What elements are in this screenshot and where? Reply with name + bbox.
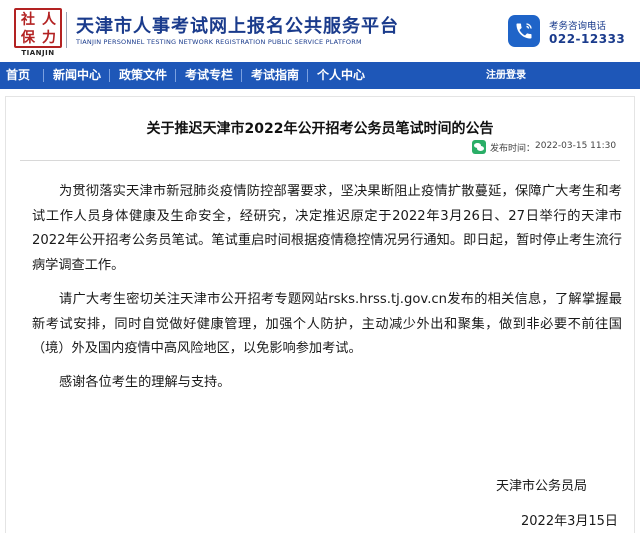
logo-seal: 社 人 保 力 xyxy=(14,8,62,48)
phone-icon xyxy=(508,15,540,47)
nav-item-personal-center[interactable]: 个人中心 xyxy=(317,62,365,89)
nav-item-news[interactable]: 新闻中心 xyxy=(53,62,101,89)
nav-item-home[interactable]: 首页 xyxy=(6,62,30,89)
site-logo[interactable]: 社 人 保 力 TIANJIN xyxy=(14,8,62,57)
signature-organization: 天津市公务员局 xyxy=(496,479,588,494)
main-nav: 首页 新闻中心 政策文件 考试专栏 考试指南 个人中心 注册登录 xyxy=(0,62,640,89)
hotline-number: 022-12333 xyxy=(549,32,626,46)
publish-time: 2022-03-15 11:30 xyxy=(535,141,617,151)
logo-english-text: TIANJIN xyxy=(21,49,55,57)
article-paragraph: 为贯彻落实天津市新冠肺炎疫情防控部署要求，坚决果断阻止疫情扩散蔓延，保障广大考生… xyxy=(32,184,622,274)
article-title: 关于推迟天津市2022年公开招考公务员笔试时间的公告 xyxy=(146,121,494,137)
logo-char: 人 xyxy=(42,12,56,28)
hotline-label: 考务咨询电话 xyxy=(549,21,607,32)
logo-char: 保 xyxy=(21,30,35,46)
brand-divider xyxy=(66,12,67,48)
title-divider xyxy=(20,160,620,161)
nav-item-exam-guide[interactable]: 考试指南 xyxy=(251,62,299,89)
signature-date: 2022年3月15日 xyxy=(521,514,618,529)
nav-divider xyxy=(109,69,110,82)
nav-item-policy[interactable]: 政策文件 xyxy=(119,62,167,89)
publish-time-label: 发布时间： xyxy=(490,144,536,154)
nav-divider xyxy=(307,69,308,82)
nav-item-exam-column[interactable]: 考试专栏 xyxy=(185,62,233,89)
nav-divider xyxy=(175,69,176,82)
register-login-link[interactable]: 注册登录 xyxy=(486,62,526,89)
logo-char: 社 xyxy=(21,12,35,28)
logo-char: 力 xyxy=(42,30,56,46)
site-subtitle: TIANJIN PERSONNEL TESTING NETWORK REGIST… xyxy=(76,38,362,46)
article-paragraph: 感谢各位考生的理解与支持。 xyxy=(59,375,231,390)
nav-divider xyxy=(43,69,44,82)
article-paragraph: 请广大考生密切关注天津市公开招考专题网站rsks.hrss.tj.gov.cn发… xyxy=(32,292,622,357)
site-header: 社 人 保 力 TIANJIN 天津市人事考试网上报名公共服务平台 TIANJI… xyxy=(0,0,640,62)
wechat-icon[interactable] xyxy=(472,140,486,154)
nav-divider xyxy=(241,69,242,82)
site-title[interactable]: 天津市人事考试网上报名公共服务平台 xyxy=(76,12,399,38)
